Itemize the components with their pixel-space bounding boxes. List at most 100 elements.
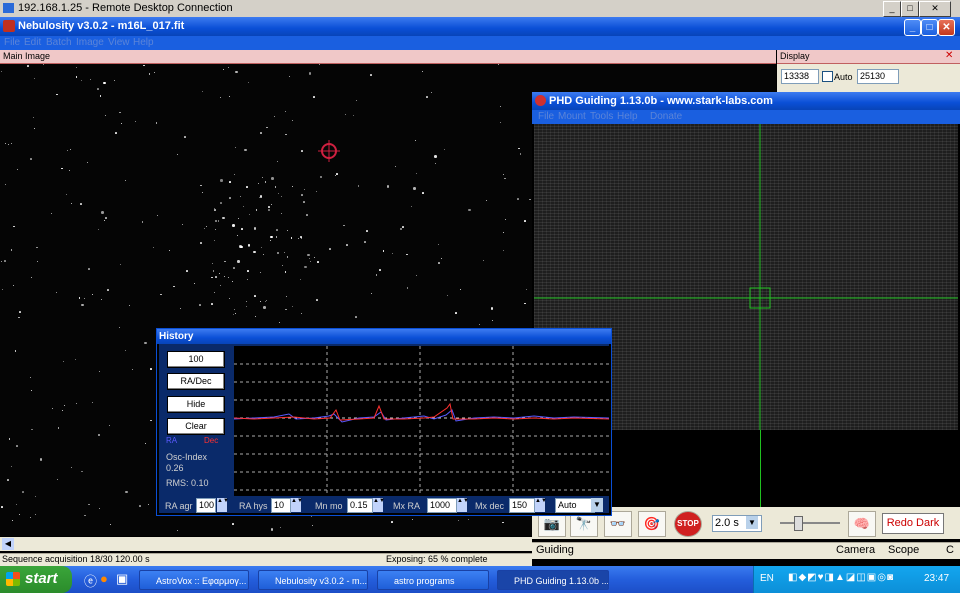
tray-icons[interactable]: ◧◆◩♥◨▲◪◫▣◎◙ <box>788 572 894 583</box>
display-high-input[interactable]: 25130 <box>857 69 899 84</box>
start-button[interactable]: start <box>0 566 72 593</box>
star <box>317 261 319 263</box>
star <box>302 201 305 203</box>
history-clear-button[interactable]: Clear <box>167 418 225 435</box>
display-panel-label: Display <box>780 51 810 61</box>
mn-mo-spinner-icon[interactable]: ▲▼ <box>373 498 385 512</box>
ie-quicklaunch-icon[interactable]: ⓔ <box>84 571 97 590</box>
star <box>199 304 201 306</box>
star <box>246 279 248 281</box>
brain-settings-icon[interactable]: 🧠 <box>848 511 876 537</box>
star <box>280 527 282 529</box>
star <box>18 316 20 319</box>
star <box>271 203 273 205</box>
nebulosity-app-icon <box>3 20 15 32</box>
star <box>113 79 116 82</box>
star <box>34 495 36 497</box>
star <box>274 186 277 188</box>
star <box>1 506 3 508</box>
ra-agr-input[interactable]: 100 <box>196 498 216 513</box>
star <box>248 244 251 246</box>
nebulosity-maximize-icon[interactable]: □ <box>921 19 938 36</box>
star <box>143 64 145 67</box>
star <box>182 223 184 225</box>
star <box>253 250 256 254</box>
star <box>268 206 270 208</box>
phd-menu-tools[interactable]: Tools <box>590 111 613 122</box>
menu-view[interactable]: View <box>108 37 130 48</box>
scroll-left-icon[interactable]: ◀ <box>2 538 14 550</box>
main-image-hscroll[interactable]: ◀ <box>0 537 532 551</box>
star <box>406 253 408 256</box>
phd-status-camera: Camera <box>836 544 876 556</box>
desktop-quicklaunch-icon[interactable]: ▣ <box>116 571 128 587</box>
dec-mode-select[interactable]: Auto <box>555 498 595 513</box>
history-hide-button[interactable]: Hide <box>167 396 225 413</box>
gamma-slider-thumb[interactable] <box>794 516 803 531</box>
rdp-minimize-icon[interactable]: _ <box>883 1 901 17</box>
mx-dec-spinner-icon[interactable]: ▲▼ <box>535 498 547 512</box>
rdp-close-icon[interactable]: ✕ <box>919 1 951 17</box>
history-scale-button[interactable]: 100 <box>167 351 225 368</box>
stop-icon[interactable]: STOP <box>674 511 702 537</box>
star <box>244 148 247 152</box>
star <box>288 75 290 77</box>
star <box>34 128 36 130</box>
phd-menu-donate[interactable]: Donate <box>650 111 682 122</box>
task-astro-programs[interactable]: astro programs <box>377 570 489 590</box>
ra-hys-spinner-icon[interactable]: ▲▼ <box>291 498 303 512</box>
display-close-icon[interactable]: ✕ <box>945 50 953 61</box>
star <box>525 288 527 290</box>
phd-menu-help[interactable]: Help <box>617 111 638 122</box>
guide-icon[interactable]: 🎯 <box>638 511 666 537</box>
star <box>97 433 101 437</box>
tray-language[interactable]: EN <box>760 573 774 584</box>
star <box>33 77 36 80</box>
phd-status-scope: Scope <box>888 544 920 556</box>
ra-hys-input[interactable]: 10 <box>271 498 291 513</box>
history-window: History 100 RA/Dec Hide Clear RA Dec Osc… <box>156 328 612 516</box>
rdp-title: 192.168.1.25 - Remote Desktop Connection <box>18 2 233 14</box>
star <box>145 442 147 444</box>
redo-dark-button[interactable]: Redo Dark <box>882 513 944 534</box>
star <box>8 438 11 440</box>
star <box>10 249 13 251</box>
mx-ra-spinner-icon[interactable]: ▲▼ <box>457 498 469 512</box>
star <box>219 96 221 98</box>
gamma-slider-track[interactable] <box>780 522 840 524</box>
menu-batch[interactable]: Batch <box>46 37 72 48</box>
star <box>200 242 202 244</box>
phd-menu-mount[interactable]: Mount <box>558 111 586 122</box>
rdp-maximize-icon[interactable]: □ <box>901 1 919 17</box>
task-nebulosity[interactable]: Nebulosity v3.0.2 - m... <box>258 570 368 590</box>
menu-image[interactable]: Image <box>76 37 104 48</box>
display-low-input[interactable]: 13338 <box>781 69 819 84</box>
mx-ra-input[interactable]: 1000 <box>427 498 457 513</box>
menu-help[interactable]: Help <box>133 37 154 48</box>
mn-mo-input[interactable]: 0.15 <box>347 498 373 513</box>
star <box>246 300 248 302</box>
ra-agr-spinner-icon[interactable]: ▲▼ <box>217 498 229 512</box>
star <box>391 521 393 523</box>
firefox-quicklaunch-icon[interactable]: ● <box>100 571 108 586</box>
nebulosity-minimize-icon[interactable]: _ <box>904 19 921 36</box>
status-exposing: Exposing: 65 % complete <box>386 554 488 564</box>
menu-edit[interactable]: Edit <box>24 37 41 48</box>
auto-checkbox[interactable] <box>822 71 833 82</box>
dec-mode-dropdown-icon[interactable]: ▼ <box>591 498 603 512</box>
star <box>502 250 504 252</box>
menu-file[interactable]: File <box>4 37 20 48</box>
task-phd[interactable]: PHD Guiding 1.13.0b ... <box>497 570 609 590</box>
mx-dec-input[interactable]: 150 <box>509 498 535 513</box>
star <box>134 121 136 123</box>
star <box>313 96 315 98</box>
star <box>39 458 43 461</box>
star <box>346 244 349 247</box>
star <box>234 308 236 310</box>
exposure-dropdown-icon[interactable]: ▼ <box>746 516 758 529</box>
task-astrovox[interactable]: AstroVox :: Εφαρμογ... <box>139 570 249 590</box>
phd-status-c: C <box>946 544 954 556</box>
phd-menu-file[interactable]: File <box>538 111 554 122</box>
nebulosity-close-icon[interactable]: ✕ <box>938 19 955 36</box>
history-radec-button[interactable]: RA/Dec <box>167 373 225 390</box>
